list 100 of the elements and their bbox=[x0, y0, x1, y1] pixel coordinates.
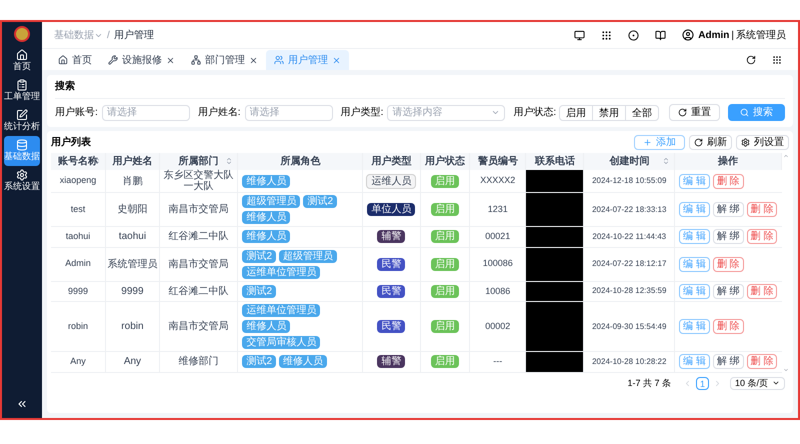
table-cell: 2024-10-28 12:35:59 bbox=[584, 281, 675, 302]
table-cell: robin bbox=[51, 302, 106, 352]
page-tab[interactable]: 部门管理 bbox=[183, 50, 266, 70]
delete-button[interactable]: 删 除 bbox=[712, 174, 744, 188]
sidebar-item[interactable]: 首页 bbox=[4, 46, 40, 76]
input-field[interactable]: 请选择 bbox=[244, 104, 333, 120]
table-cell: 2024-07-22 18:33:13 bbox=[584, 192, 675, 226]
collapse-icon[interactable] bbox=[16, 398, 28, 410]
column-header: 警员编号 bbox=[470, 153, 526, 170]
delete-button[interactable]: 删 除 bbox=[746, 229, 778, 244]
table-cell: 2024-10-28 10:28:22 bbox=[584, 352, 675, 372]
sidebar-item[interactable]: 统计分析 bbox=[4, 106, 40, 136]
user-divider: | bbox=[731, 28, 734, 42]
column-header: 用户类型 bbox=[362, 153, 420, 170]
user-type-tag: 民警 bbox=[377, 258, 406, 270]
table-cell: 史朝阳 bbox=[106, 192, 160, 226]
delete-button[interactable]: 删 除 bbox=[712, 256, 744, 272]
user-role: 系统管理员 bbox=[736, 28, 786, 42]
user-type-tag: 单位人员 bbox=[367, 203, 416, 216]
sidebar-label: 基础数据 bbox=[4, 152, 40, 162]
home-icon bbox=[58, 55, 68, 65]
sidebar-label: 首页 bbox=[13, 62, 31, 72]
role-tag: 维修人员 bbox=[279, 355, 328, 368]
table-cell: 2024-09-30 15:54:49 bbox=[584, 302, 675, 352]
page-tab[interactable]: 设施报修 bbox=[100, 50, 183, 70]
breadcrumb-separator: / bbox=[107, 28, 110, 42]
status-tag: 启用 bbox=[430, 230, 459, 244]
table-cell: 9999 bbox=[51, 281, 106, 302]
database-icon bbox=[16, 139, 28, 151]
status-option[interactable]: 启用 bbox=[559, 104, 594, 120]
role-tag: 维修人员 bbox=[242, 320, 290, 333]
page-size-select[interactable]: 10 条/页 bbox=[730, 376, 785, 390]
wrench-icon bbox=[108, 55, 118, 65]
refresh-icon bbox=[694, 138, 703, 147]
field-label: 用户姓名: bbox=[198, 106, 241, 120]
table-cell: 南昌市交管局 bbox=[159, 192, 238, 226]
search-title: 搜索 bbox=[55, 79, 785, 99]
column-header[interactable]: 账号名称 bbox=[51, 153, 106, 170]
role-tag: 运维单位管理员 bbox=[242, 304, 320, 317]
close-icon[interactable] bbox=[249, 56, 258, 64]
input-field[interactable]: 请选择 bbox=[102, 104, 190, 120]
user-type-tag: 辅警 bbox=[377, 355, 406, 368]
user-icon bbox=[682, 29, 694, 41]
refresh-icon[interactable] bbox=[746, 55, 756, 65]
role-tag: 维修人员 bbox=[242, 174, 290, 188]
circle-icon[interactable] bbox=[628, 30, 640, 40]
page-tab[interactable]: 首页 bbox=[50, 50, 100, 70]
table-cell: 维修部门 bbox=[159, 352, 238, 372]
table-cell: 南昌市交管局 bbox=[159, 247, 238, 281]
field-label: 用户状态: bbox=[513, 106, 556, 120]
sidebar-item[interactable]: 工单管理 bbox=[4, 76, 40, 106]
field-label: 用户类型: bbox=[340, 106, 384, 120]
table-cell: 红谷滩二中队 bbox=[159, 281, 238, 302]
status-tag: 启用 bbox=[430, 355, 459, 368]
table-cell: 2024-12-18 10:55:09 bbox=[584, 170, 675, 192]
user-name[interactable]: Admin bbox=[698, 28, 730, 42]
refresh-button[interactable]: 刷新 bbox=[689, 135, 732, 150]
table-cell: 9999 bbox=[106, 281, 160, 302]
table-cell: Any bbox=[106, 352, 160, 372]
status-tag: 启用 bbox=[430, 284, 459, 298]
status-option[interactable]: 全部 bbox=[625, 104, 660, 120]
home-icon bbox=[16, 49, 28, 61]
list-title: 用户列表 bbox=[51, 135, 91, 150]
breadcrumb-link[interactable]: 用户管理 bbox=[114, 28, 154, 42]
role-tag: 超级管理员 bbox=[242, 195, 300, 208]
table-cell: test bbox=[51, 192, 106, 226]
table-cell: taohui bbox=[51, 226, 106, 247]
delete-button[interactable]: 删 除 bbox=[712, 319, 744, 334]
monitor-icon[interactable] bbox=[574, 30, 586, 40]
unbind-button[interactable]: 解 绑 bbox=[712, 354, 744, 370]
plus-icon bbox=[643, 138, 652, 147]
sidebar-label: 系统设置 bbox=[4, 182, 40, 192]
users-icon bbox=[274, 55, 284, 65]
unbind-button[interactable]: 解 绑 bbox=[712, 202, 744, 217]
fullscreen-icon[interactable] bbox=[772, 55, 782, 65]
fullscreen-icon[interactable] bbox=[601, 30, 612, 40]
role-tag: 测试2 bbox=[303, 195, 338, 208]
status-tag: 启用 bbox=[430, 174, 459, 188]
column-header[interactable]: 用户状态 bbox=[420, 153, 470, 170]
logo-icon bbox=[14, 26, 30, 42]
settings-icon bbox=[16, 169, 28, 181]
unbind-button[interactable]: 解 绑 bbox=[712, 229, 744, 244]
document-icon[interactable] bbox=[655, 30, 666, 40]
status-option[interactable]: 禁用 bbox=[592, 104, 626, 120]
reset-button[interactable]: 重置 bbox=[669, 104, 720, 121]
table-cell: 2024-10-22 11:44:43 bbox=[584, 226, 675, 247]
delete-button[interactable]: 删 除 bbox=[746, 354, 778, 370]
table-cell: 肖鹏 bbox=[106, 170, 160, 192]
field-label: 用户账号: bbox=[55, 106, 98, 120]
close-icon[interactable] bbox=[166, 56, 175, 64]
column-header[interactable]: 所属部门 bbox=[159, 153, 238, 170]
unbind-button[interactable]: 解 绑 bbox=[712, 284, 744, 299]
column-settings-button[interactable]: 列设置 bbox=[736, 135, 789, 150]
delete-button[interactable]: 删 除 bbox=[746, 202, 778, 217]
sidebar-item[interactable]: 系统设置 bbox=[4, 166, 40, 196]
delete-button[interactable]: 删 除 bbox=[746, 284, 778, 299]
column-header[interactable]: 创建时间 bbox=[584, 153, 675, 170]
sidebar-label: 工单管理 bbox=[4, 92, 40, 102]
sidebar-label: 统计分析 bbox=[4, 122, 40, 132]
table-cell: Any bbox=[51, 352, 106, 372]
